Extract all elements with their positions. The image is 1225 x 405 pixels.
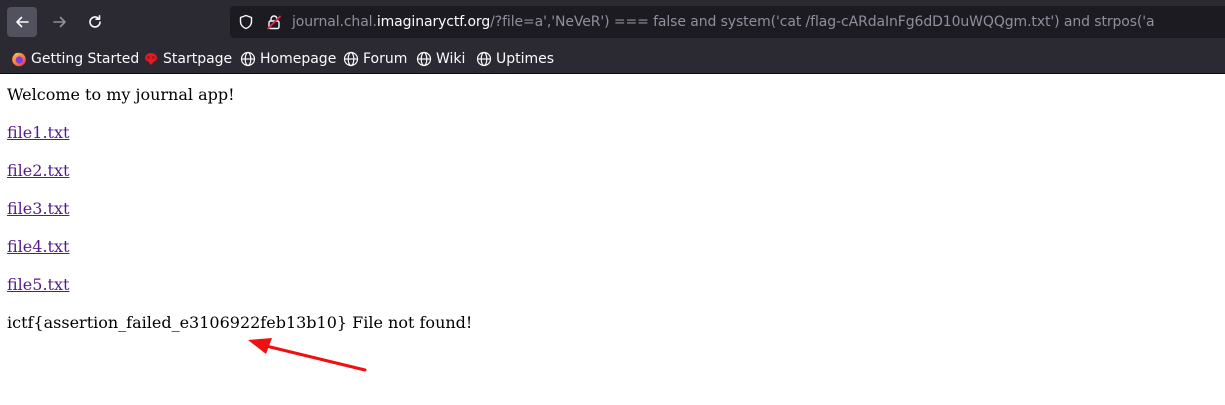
url-text[interactable]: journal.chal.imaginaryctf.org/?file=a','…: [292, 14, 1155, 30]
reload-button[interactable]: [80, 7, 110, 37]
globe-icon: [416, 51, 432, 66]
file-link-1[interactable]: file1.txt: [7, 123, 69, 143]
startpage-icon: [145, 52, 157, 65]
arrow-shaft: [260, 343, 367, 372]
firefox-icon: [12, 52, 26, 66]
back-arrow-icon: [16, 16, 29, 28]
bookmark-startpage[interactable]: Startpage: [143, 44, 232, 73]
file-link-2[interactable]: file2.txt: [7, 161, 69, 181]
bookmark-label: Homepage: [260, 50, 337, 67]
browser-toolbar: journal.chal.imaginaryctf.org/?file=a','…: [0, 0, 1225, 44]
address-bar[interactable]: journal.chal.imaginaryctf.org/?file=a','…: [230, 6, 1225, 38]
bookmark-uptimes[interactable]: Uptimes: [476, 44, 554, 73]
bookmark-forum[interactable]: Forum: [343, 44, 407, 73]
reload-icon: [89, 15, 101, 28]
back-button[interactable]: [7, 7, 37, 37]
bookmark-label: Uptimes: [496, 50, 555, 67]
globe-icon: [476, 51, 492, 66]
globe-icon: [240, 51, 256, 66]
forward-button[interactable]: [45, 7, 75, 37]
bookmark-getting-started[interactable]: Getting Started: [11, 44, 139, 73]
welcome-heading: Welcome to my journal app!: [7, 85, 235, 104]
bookmark-homepage[interactable]: Homepage: [240, 44, 336, 73]
bookmark-wiki[interactable]: Wiki: [416, 44, 465, 73]
url-host: imaginaryctf.org: [376, 14, 491, 30]
url-path: /?file=a','NeVeR') === false and system(…: [490, 14, 1155, 30]
file-link-4[interactable]: file4.txt: [7, 237, 69, 257]
bookmark-label: Wiki: [436, 50, 466, 67]
bookmarks-toolbar: Getting Started Startpage Homepage Forum: [0, 44, 1225, 74]
annotation-arrow-icon: [248, 338, 367, 372]
globe-icon: [343, 51, 359, 66]
tracking-protection-shield-icon[interactable]: [238, 14, 254, 30]
file-link-3[interactable]: file3.txt: [7, 199, 69, 219]
arrow-head: [248, 338, 272, 354]
url-prefix: journal.chal.: [292, 14, 377, 30]
bookmark-label: Startpage: [163, 50, 233, 67]
bookmark-label: Forum: [363, 50, 408, 67]
forward-arrow-icon: [53, 16, 66, 28]
file-link-5[interactable]: file5.txt: [7, 275, 69, 295]
bookmark-label: Getting Started: [31, 50, 140, 67]
insecure-lock-icon[interactable]: [266, 14, 282, 30]
